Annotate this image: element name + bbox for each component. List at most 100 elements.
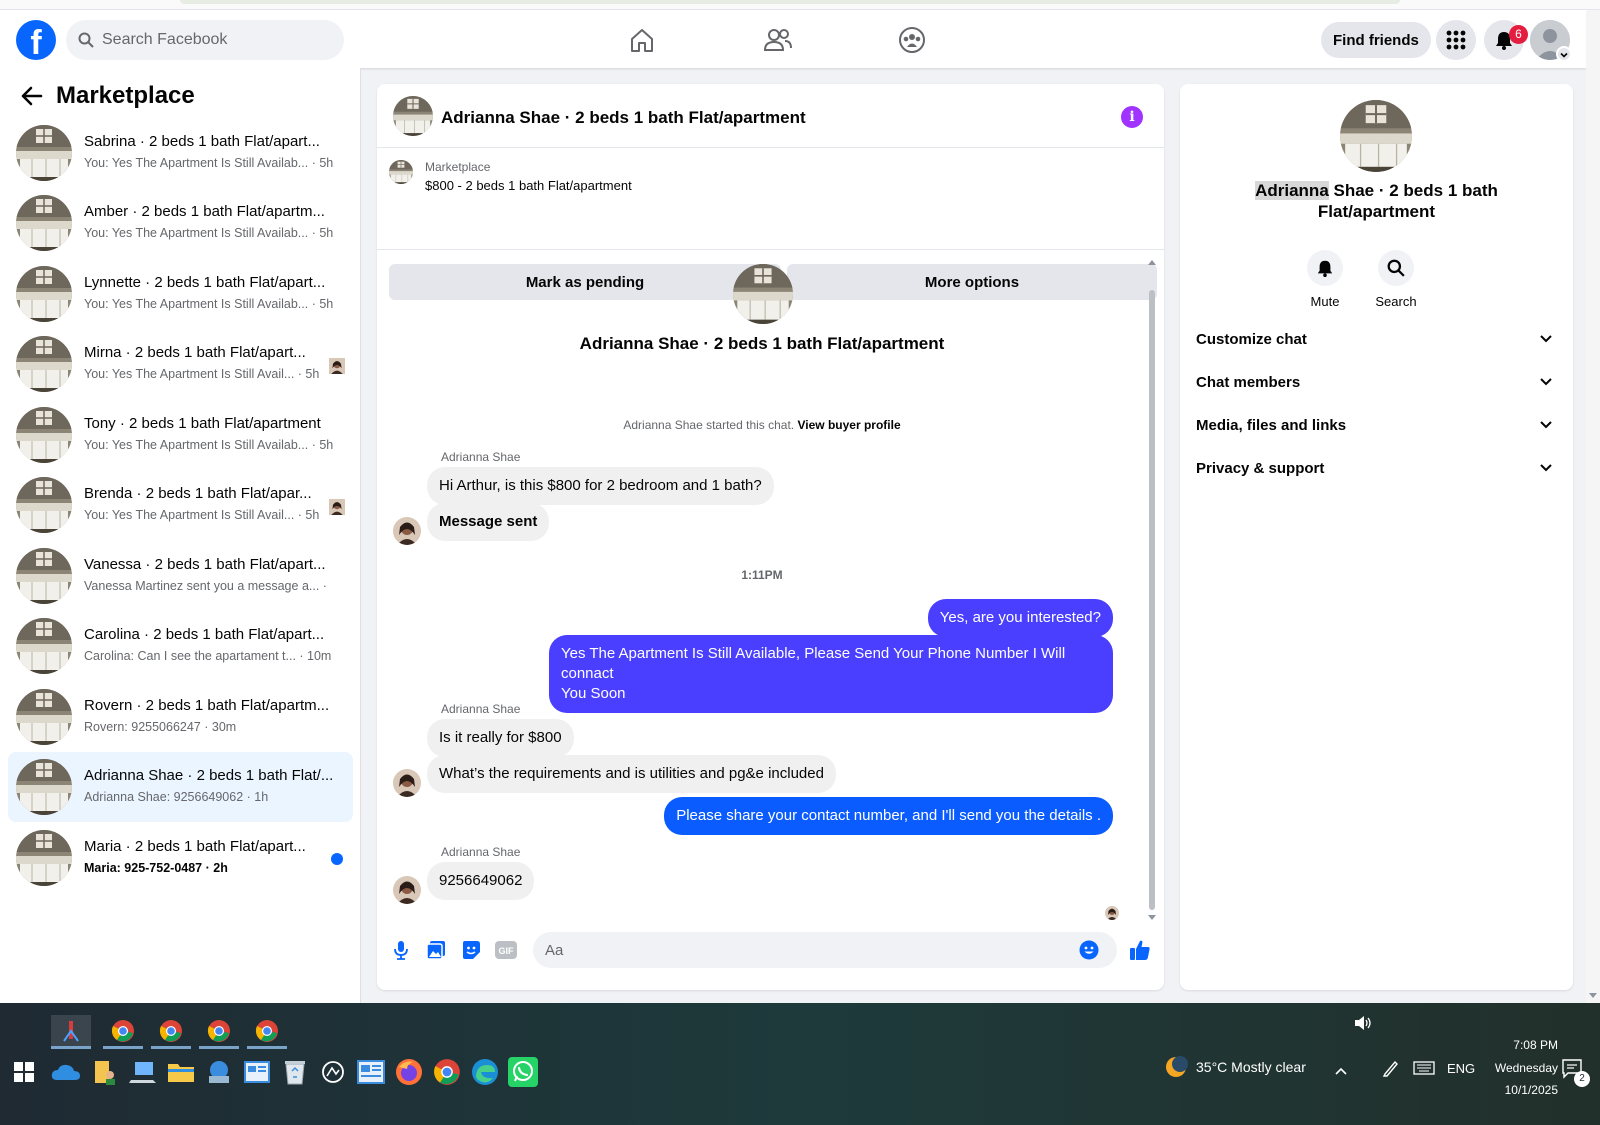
whatsapp-icon[interactable] (507, 1055, 539, 1089)
speaker-icon[interactable] (1354, 1015, 1372, 1036)
edge-icon[interactable] (469, 1055, 501, 1089)
listing-thumbnail (16, 336, 72, 392)
listing-title[interactable]: $800 - 2 beds 1 bath Flat/apartment (425, 178, 632, 193)
chat-header: Adrianna Shae · 2 beds 1 bath Flat/apart… (377, 84, 1164, 148)
conversation-item[interactable]: Carolina · 2 beds 1 bath Flat/apart... C… (8, 611, 353, 681)
windows-start-icon[interactable] (8, 1055, 40, 1089)
chat-started-note: Adrianna Shae started this chat. View bu… (377, 418, 1147, 432)
search-in-chat-button[interactable]: Search (1366, 250, 1426, 309)
window-scrollbar[interactable] (1586, 10, 1600, 1003)
emoji-icon[interactable] (1077, 938, 1101, 962)
conversation-item[interactable]: Amber · 2 beds 1 bath Flat/apartm... You… (8, 188, 353, 258)
conversation-item[interactable]: Maria · 2 beds 1 bath Flat/apart... Mari… (8, 823, 353, 893)
network-icon[interactable] (203, 1055, 235, 1089)
back-arrow-icon[interactable] (16, 80, 48, 112)
account-chevron-down-icon[interactable] (1556, 46, 1572, 62)
microphone-icon[interactable] (389, 938, 413, 962)
chat-info-panel: Adrianna Shae · 2 beds 1 bath Flat/apartm… (1180, 84, 1573, 990)
sidebar-title: Marketplace (56, 82, 195, 109)
message-line: Yes The Apartment Is Still Available, Pl… (561, 645, 1066, 682)
keyboard-icon[interactable] (1413, 1061, 1435, 1080)
chevron-down-icon (1540, 378, 1552, 386)
control-panel-icon[interactable] (241, 1055, 273, 1089)
clock-time[interactable]: 7:08 PM (1480, 1038, 1558, 1052)
conversation-snippet: You: Yes The Apartment Is Still Availab.… (84, 156, 334, 170)
row-label: Privacy & support (1196, 459, 1325, 477)
firefox-icon[interactable] (393, 1055, 425, 1089)
message-bubble-incoming: Hi Arthur, is this $800 for 2 bedroom an… (427, 467, 774, 505)
thread-scrollbar[interactable] (1149, 290, 1155, 910)
pen-icon[interactable] (1382, 1059, 1400, 1082)
listing-thumbnail (16, 407, 72, 463)
news-app-icon[interactable] (355, 1055, 387, 1089)
info-icon[interactable]: i (1121, 106, 1143, 128)
chevron-up-icon[interactable] (1334, 1063, 1348, 1081)
view-buyer-profile-link[interactable]: View buyer profile (797, 418, 900, 432)
conversation-item[interactable]: Rovern · 2 beds 1 bath Flat/apartm... Ro… (8, 682, 353, 752)
chat-title[interactable]: Adrianna Shae · 2 beds 1 bath Flat/apart… (441, 108, 806, 128)
customize-chat-row[interactable]: Customize chat (1196, 319, 1557, 359)
onedrive-icon[interactable] (50, 1055, 82, 1089)
groups-icon[interactable] (896, 24, 928, 56)
like-thumbs-up-icon[interactable] (1128, 938, 1152, 962)
message-thread[interactable]: Adrianna Shae · 2 beds 1 bath Flat/apart… (377, 252, 1164, 920)
conversation-snippet: You: Yes The Apartment Is Still Availab.… (84, 226, 334, 240)
pinned-app-icon[interactable] (51, 1015, 91, 1049)
computer-icon[interactable] (127, 1055, 159, 1089)
mute-button[interactable]: Mute (1295, 250, 1355, 309)
app-circle-icon[interactable] (317, 1055, 349, 1089)
friends-icon[interactable] (762, 24, 794, 56)
gif-icon[interactable]: GIF (494, 938, 518, 962)
menu-grid-icon[interactable] (1436, 20, 1476, 60)
conversation-item[interactable]: Tony · 2 beds 1 bath Flat/apartment You:… (8, 400, 353, 470)
mute-label: Mute (1310, 294, 1340, 309)
sender-avatar (393, 769, 421, 797)
chrome-window-icon[interactable] (151, 1015, 191, 1049)
find-friends-button[interactable]: Find friends (1321, 22, 1431, 58)
home-icon[interactable] (626, 24, 658, 56)
search-input[interactable] (102, 31, 302, 49)
facebook-logo[interactable]: f (16, 20, 56, 60)
chrome-icon[interactable] (431, 1055, 463, 1089)
conversation-item[interactable]: Lynnette · 2 beds 1 bath Flat/apart... Y… (8, 259, 353, 329)
media-files-links-row[interactable]: Media, files and links (1196, 405, 1557, 445)
sender-avatar (393, 517, 421, 545)
conversation-item[interactable]: Mirna · 2 beds 1 bath Flat/apart... You:… (8, 329, 353, 399)
chrome-window-icon[interactable] (103, 1015, 143, 1049)
weather-widget[interactable]: 35°C Mostly clear (1164, 1055, 1306, 1079)
conversation-item-active[interactable]: Adrianna Shae · 2 beds 1 bath Flat/... A… (8, 752, 353, 822)
scroll-up-arrow-icon[interactable] (1147, 258, 1157, 266)
search-icon (1378, 250, 1414, 286)
file-explorer-icon[interactable] (165, 1055, 197, 1089)
conversation-name: Sabrina · 2 beds 1 bath Flat/apart... (84, 133, 320, 150)
chrome-window-icon[interactable] (199, 1015, 239, 1049)
conversation-item[interactable]: Sabrina · 2 beds 1 bath Flat/apart... Yo… (8, 118, 353, 188)
conversation-snippet: Carolina: Can I see the apartament t... … (84, 649, 332, 663)
weather-text: 35°C Mostly clear (1196, 1059, 1306, 1075)
name-rest: Shae · 2 beds 1 bath (1328, 181, 1498, 200)
started-text: Adrianna Shae started this chat. (623, 418, 795, 432)
windows-taskbar: 35°C Mostly clear ENG 7:08 PM Wednesday … (0, 1003, 1600, 1125)
conversation-snippet: You: Yes The Apartment Is Still Availab.… (84, 297, 334, 311)
listing-thumbnail (16, 266, 72, 322)
chrome-window-icon[interactable] (247, 1015, 287, 1049)
chat-avatar[interactable] (393, 96, 433, 136)
conversation-item[interactable]: Vanessa · 2 beds 1 bath Flat/apart... Va… (8, 541, 353, 611)
recycle-bin-icon[interactable] (279, 1055, 311, 1089)
scroll-down-arrow-icon[interactable] (1588, 992, 1598, 1000)
notifications-badge: 6 (1509, 25, 1528, 44)
message-bubble-incoming: What’s the requirements and is utilities… (427, 755, 836, 793)
chat-members-row[interactable]: Chat members (1196, 362, 1557, 402)
highlighted-name: Adrianna (1255, 181, 1329, 200)
sticker-icon[interactable] (459, 938, 483, 962)
search-box[interactable] (66, 20, 344, 60)
photo-icon[interactable] (424, 938, 448, 962)
listing-card: Marketplace $800 - 2 beds 1 bath Flat/ap… (377, 148, 1164, 300)
chevron-down-icon (1540, 421, 1552, 429)
listing-thumbnail (16, 195, 72, 251)
message-input[interactable] (533, 932, 1117, 968)
privacy-support-row[interactable]: Privacy & support (1196, 448, 1557, 488)
conversation-item[interactable]: Brenda · 2 beds 1 bath Flat/apar... You:… (8, 470, 353, 540)
user-folder-icon[interactable] (89, 1055, 121, 1089)
sender-label: Adrianna Shae (441, 702, 521, 716)
